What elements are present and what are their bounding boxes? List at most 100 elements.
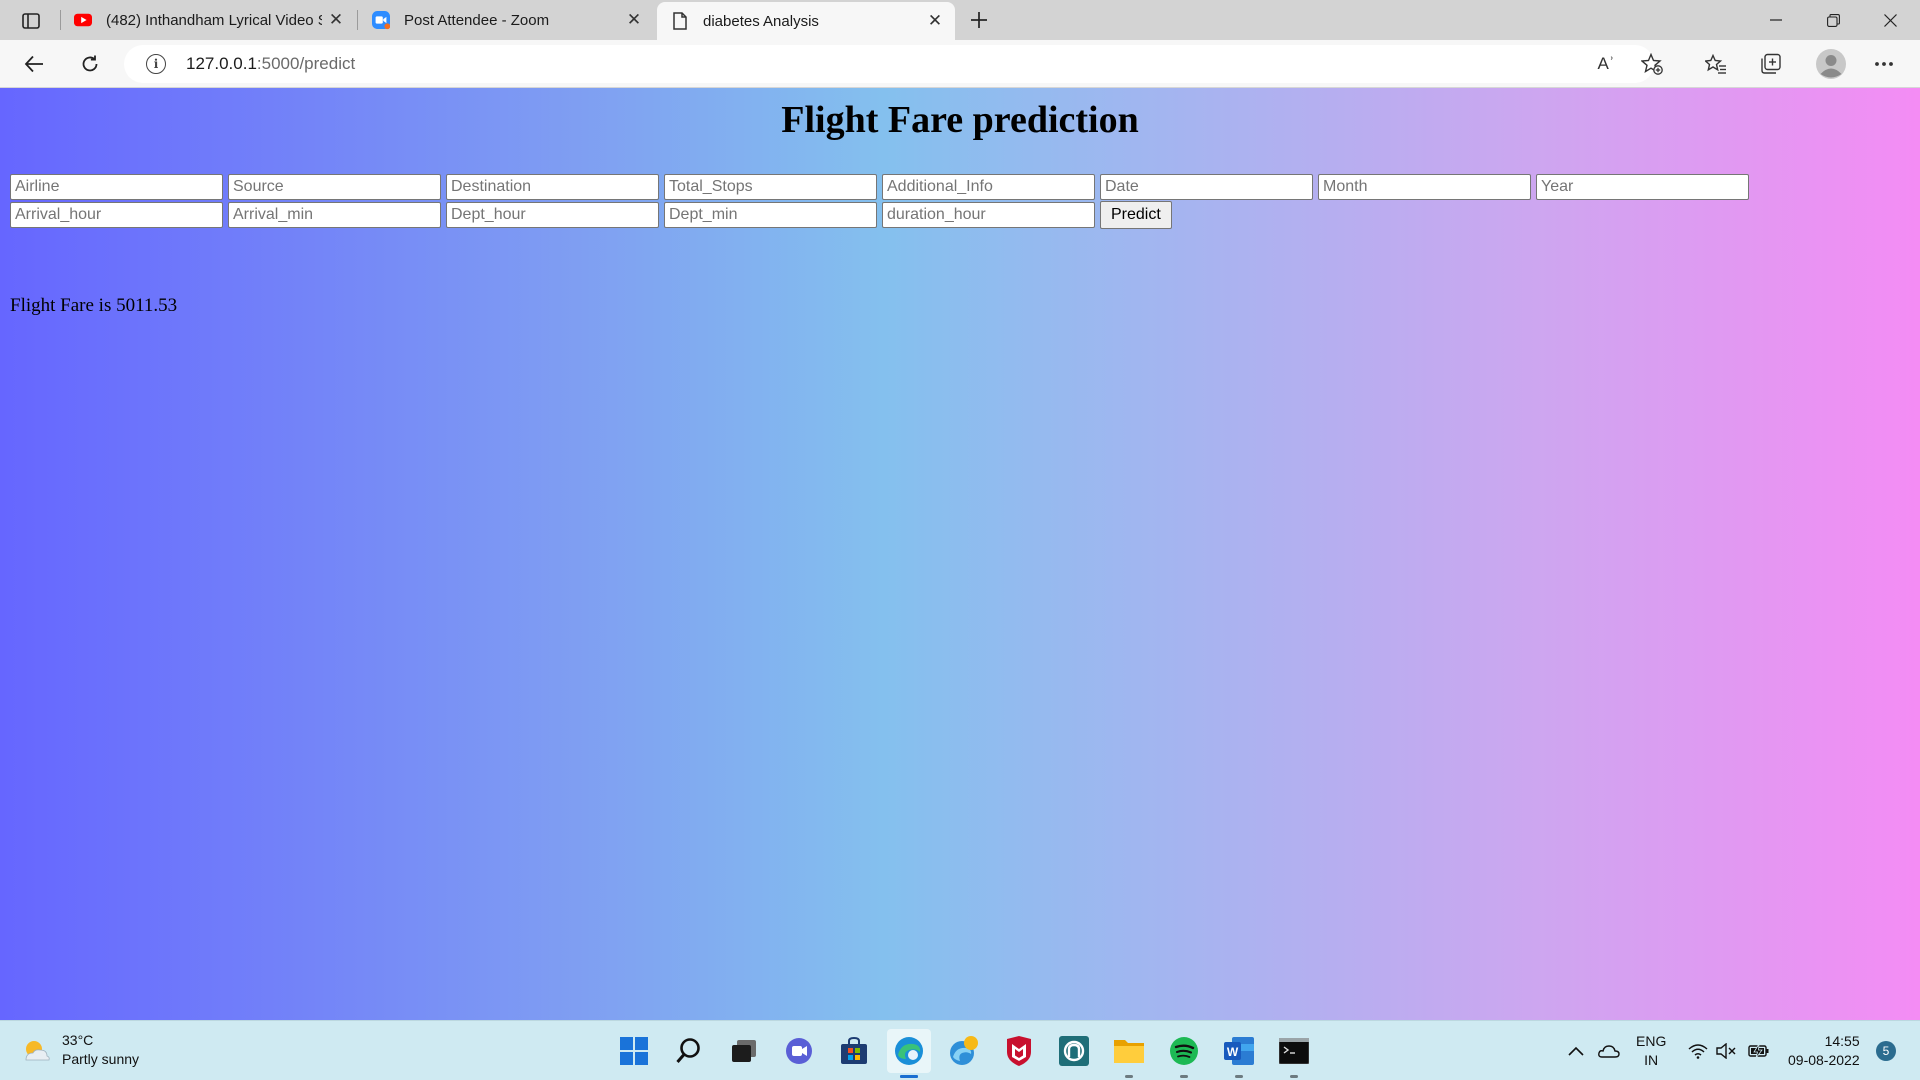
spotify-icon bbox=[1170, 1037, 1198, 1065]
wifi-icon bbox=[1688, 1044, 1708, 1059]
favorites-icon[interactable] bbox=[1702, 50, 1730, 78]
mcafee-icon bbox=[1007, 1036, 1031, 1066]
search-button[interactable] bbox=[667, 1029, 711, 1073]
chevron-up-icon bbox=[1568, 1046, 1584, 1056]
back-button[interactable] bbox=[16, 48, 52, 80]
tab-zoom[interactable]: Post Attendee - Zoom ✕ bbox=[358, 0, 654, 40]
terminal-button[interactable] bbox=[1272, 1029, 1316, 1078]
url-host: 127.0.0.1 bbox=[186, 54, 257, 73]
month-input[interactable] bbox=[1318, 174, 1531, 200]
edge-beta-button[interactable] bbox=[942, 1029, 986, 1073]
page-icon bbox=[671, 12, 689, 30]
onedrive-tray-icon[interactable] bbox=[1598, 1021, 1620, 1080]
battery-charging-icon bbox=[1748, 1044, 1769, 1058]
show-hidden-icons-button[interactable] bbox=[1568, 1021, 1584, 1080]
destination-input[interactable] bbox=[446, 174, 659, 200]
airline-input[interactable] bbox=[10, 174, 223, 200]
address-bar[interactable]: i 127.0.0.1:5000/predict bbox=[124, 45, 1654, 83]
notification-center-button[interactable]: 5 bbox=[1876, 1021, 1896, 1080]
microsoft-store-icon bbox=[841, 1037, 867, 1064]
notification-count-badge: 5 bbox=[1876, 1041, 1896, 1061]
file-explorer-button[interactable] bbox=[1107, 1029, 1151, 1078]
teams-chat-icon bbox=[786, 1038, 812, 1064]
form-row-2: Predict bbox=[10, 201, 1172, 229]
partly-sunny-icon bbox=[25, 1041, 50, 1061]
restore-button[interactable] bbox=[1805, 0, 1861, 40]
tab-youtube[interactable]: (482) Inthandham Lyrical Video S ✕ bbox=[60, 0, 356, 40]
dept-hour-input[interactable] bbox=[446, 202, 659, 228]
arrival-hour-input[interactable] bbox=[10, 202, 223, 228]
tab-bar: (482) Inthandham Lyrical Video S ✕ Post … bbox=[0, 0, 1920, 40]
volume-tray-icon[interactable] bbox=[1716, 1021, 1738, 1080]
mcafee-button[interactable] bbox=[997, 1029, 1041, 1073]
source-input[interactable] bbox=[228, 174, 441, 200]
running-app-indicator bbox=[1180, 1075, 1188, 1078]
running-app-indicator bbox=[1290, 1075, 1298, 1078]
spotify-button[interactable] bbox=[1162, 1029, 1206, 1078]
language-indicator[interactable]: ENG IN bbox=[1636, 1021, 1666, 1080]
refresh-icon bbox=[82, 55, 98, 72]
tab-close-button[interactable]: ✕ bbox=[620, 6, 648, 34]
tab-actions-icon bbox=[22, 13, 40, 29]
file-explorer-icon bbox=[1114, 1040, 1144, 1063]
store-button[interactable] bbox=[832, 1029, 876, 1073]
more-options-icon[interactable] bbox=[1870, 50, 1898, 78]
battery-tray-icon[interactable] bbox=[1748, 1021, 1770, 1080]
minimize-button[interactable] bbox=[1748, 0, 1804, 40]
weather-temp: 33°C bbox=[62, 1032, 94, 1048]
youtube-icon bbox=[74, 11, 92, 29]
terminal-icon bbox=[1279, 1038, 1309, 1064]
chat-button[interactable] bbox=[777, 1029, 821, 1073]
tab-actions-button[interactable] bbox=[14, 8, 48, 34]
weather-widget[interactable]: 33°C Partly sunny bbox=[20, 1031, 139, 1069]
app-icon bbox=[1059, 1036, 1089, 1066]
tab-close-button[interactable]: ✕ bbox=[322, 6, 350, 34]
app-button[interactable] bbox=[1052, 1029, 1096, 1073]
zoom-icon bbox=[372, 11, 390, 30]
running-app-indicator bbox=[1235, 1075, 1243, 1078]
edge-app-button[interactable] bbox=[887, 1029, 931, 1078]
url-text[interactable]: 127.0.0.1:5000/predict bbox=[186, 54, 355, 74]
tab-close-button[interactable]: ✕ bbox=[921, 7, 949, 35]
start-icon bbox=[620, 1037, 648, 1065]
word-icon: W bbox=[1224, 1037, 1254, 1065]
additional-info-input[interactable] bbox=[882, 174, 1095, 200]
start-button[interactable] bbox=[612, 1029, 656, 1073]
profile-avatar[interactable] bbox=[1814, 47, 1848, 81]
predict-button[interactable]: Predict bbox=[1100, 201, 1172, 229]
total-stops-input[interactable] bbox=[664, 174, 877, 200]
search-icon bbox=[676, 1038, 700, 1063]
year-input[interactable] bbox=[1536, 174, 1749, 200]
page-content: Flight Fare prediction Predict Flight Fa… bbox=[0, 88, 1920, 1020]
svg-text:W: W bbox=[1227, 1045, 1239, 1059]
wifi-tray-icon[interactable] bbox=[1688, 1021, 1708, 1080]
task-view-button[interactable] bbox=[722, 1029, 766, 1073]
word-button[interactable]: W bbox=[1217, 1029, 1261, 1078]
read-aloud-icon[interactable]: Aʾ bbox=[1592, 50, 1620, 78]
clock[interactable]: 14:55 09-08-2022 bbox=[1788, 1021, 1860, 1080]
close-window-button[interactable] bbox=[1862, 0, 1918, 40]
refresh-button[interactable] bbox=[72, 48, 108, 80]
prediction-result: Flight Fare is 5011.53 bbox=[10, 295, 178, 316]
site-info-icon[interactable]: i bbox=[146, 54, 166, 74]
cloud-icon bbox=[1598, 1045, 1620, 1058]
arrow-left-icon bbox=[24, 55, 43, 73]
region-code: IN bbox=[1644, 1052, 1659, 1068]
dept-min-input[interactable] bbox=[664, 202, 877, 228]
duration-hour-input[interactable] bbox=[882, 202, 1095, 228]
restore-icon bbox=[1826, 13, 1840, 27]
language-code: ENG bbox=[1636, 1033, 1667, 1049]
tab-diabetes-analysis[interactable]: diabetes Analysis ✕ bbox=[657, 2, 955, 40]
date-input[interactable] bbox=[1100, 174, 1313, 200]
task-view-icon bbox=[732, 1040, 756, 1062]
avatar-icon bbox=[1816, 49, 1846, 79]
collections-icon[interactable] bbox=[1757, 50, 1785, 78]
add-favorite-icon[interactable] bbox=[1638, 50, 1666, 78]
taskbar-apps: W bbox=[612, 1029, 1327, 1078]
arrival-min-input[interactable] bbox=[228, 202, 441, 228]
new-tab-button[interactable] bbox=[962, 4, 996, 36]
edge-beta-icon bbox=[950, 1036, 978, 1065]
volume-muted-icon bbox=[1716, 1043, 1736, 1059]
close-icon bbox=[1883, 13, 1897, 27]
tab-title: Post Attendee - Zoom bbox=[404, 11, 550, 29]
